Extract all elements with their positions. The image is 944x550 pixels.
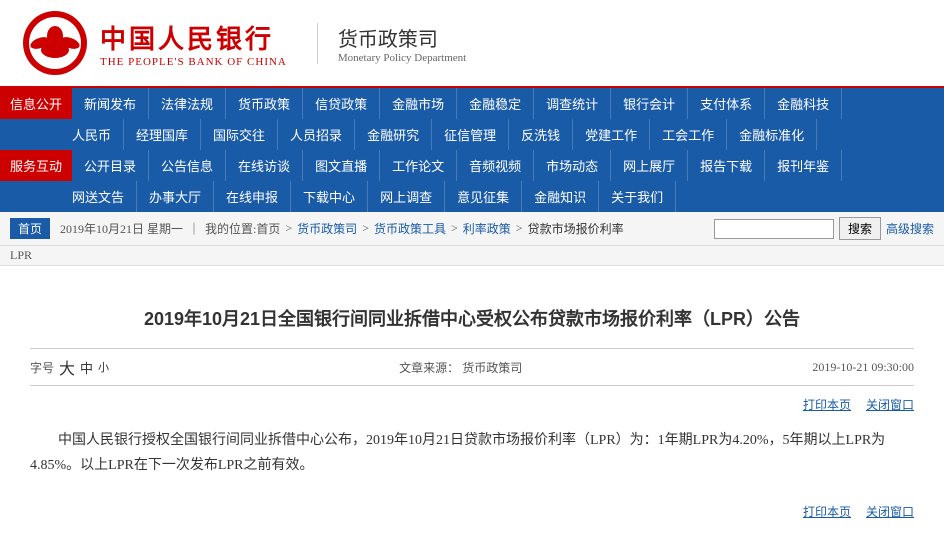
article-source: 文章来源： 货币政策司 — [399, 359, 522, 376]
nav-item-credit[interactable]: 信贷政策 — [303, 88, 380, 119]
article-body: 中国人民银行授权全国银行间同业拆借中心公布，2019年10月21日贷款市场报价利… — [30, 428, 914, 478]
nav-item-fintech[interactable]: 金融科技 — [765, 88, 842, 119]
main-content: 2019年10月21日全国银行间同业拆借中心受权公布贷款市场报价利率（LPR）公… — [0, 266, 944, 550]
source-value: 货币政策司 — [462, 361, 522, 375]
bank-name-cn: 中国人民银行 — [100, 19, 274, 56]
nav-item-about[interactable]: 关于我们 — [599, 181, 676, 212]
nav-item-union[interactable]: 工会工作 — [650, 119, 727, 150]
nav-items-row4: 网送文告 办事大厅 在线申报 下载中心 网上调查 意见征集 金融知识 关于我们 — [60, 181, 944, 212]
nav-items-row2: 人民币 经理国库 国际交往 人员招录 金融研究 征信管理 反洗钱 党建工作 工会… — [60, 119, 944, 150]
nav-item-aml[interactable]: 反洗钱 — [509, 119, 573, 150]
nav-item-party[interactable]: 党建工作 — [573, 119, 650, 150]
nav-item-catalog[interactable]: 公开目录 — [72, 150, 149, 181]
nav-item-download[interactable]: 下载中心 — [291, 181, 368, 212]
article-actions-top: 打印本页 关闭窗口 — [30, 396, 914, 413]
print-link-bottom[interactable]: 打印本页 — [803, 503, 851, 520]
nav-items-row3: 公开目录 公告信息 在线访谈 图文直播 工作论文 音频视频 市场动态 网上展厅 … — [72, 150, 944, 181]
nav-row-1: 信息公开 新闻发布 法律法规 货币政策 信贷政策 金融市场 金融稳定 调查统计 … — [0, 88, 944, 119]
nav-label-empty1 — [0, 119, 60, 150]
lpr-label: LPR — [10, 248, 32, 262]
breadcrumb-right: 搜索 高级搜索 — [714, 217, 934, 240]
nav-item-survey[interactable]: 调查统计 — [534, 88, 611, 119]
breadcrumb-arrow4: > — [516, 221, 523, 236]
nav-item-monetary[interactable]: 货币政策 — [226, 88, 303, 119]
search-button[interactable]: 搜索 — [839, 217, 881, 240]
font-mid-button[interactable]: 中 — [80, 358, 93, 377]
font-size-label: 字号 — [30, 359, 54, 376]
nav-row-4: 网送文告 办事大厅 在线申报 下载中心 网上调查 意见征集 金融知识 关于我们 — [0, 181, 944, 212]
nav-item-credit-mgmt[interactable]: 征信管理 — [432, 119, 509, 150]
sub-breadcrumb: LPR — [0, 246, 944, 266]
font-big-button[interactable]: 大 — [59, 355, 75, 379]
article-meta: 字号 大 中 小 文章来源： 货币政策司 2019-10-21 09:30:00 — [30, 348, 914, 386]
nav-item-payment[interactable]: 支付体系 — [688, 88, 765, 119]
nav-item-financial-market[interactable]: 金融市场 — [380, 88, 457, 119]
nav-row-2: 人民币 经理国库 国际交往 人员招录 金融研究 征信管理 反洗钱 党建工作 工会… — [0, 119, 944, 150]
close-link-top[interactable]: 关闭窗口 — [866, 396, 914, 413]
nav-item-exhibition[interactable]: 网上展厅 — [611, 150, 688, 181]
navigation: 信息公开 新闻发布 法律法规 货币政策 信贷政策 金融市场 金融稳定 调查统计 … — [0, 88, 944, 212]
nav-item-news[interactable]: 新闻发布 — [72, 88, 149, 119]
nav-item-online-submit[interactable]: 在线申报 — [214, 181, 291, 212]
nav-item-fin-standard[interactable]: 金融标准化 — [727, 119, 817, 150]
breadcrumb-date: 2019年10月21日 星期一 — [60, 220, 183, 237]
source-label: 文章来源： — [399, 361, 459, 375]
nav-label-info: 信息公开 — [0, 88, 72, 119]
print-link-top[interactable]: 打印本页 — [803, 396, 851, 413]
nav-item-announcement[interactable]: 公告信息 — [149, 150, 226, 181]
breadcrumb-arrow2: > — [362, 221, 369, 236]
nav-item-office-hall[interactable]: 办事大厅 — [137, 181, 214, 212]
page-header: 中国人民银行 THE PEOPLE'S BANK OF CHINA 货币政策司 … — [0, 0, 944, 88]
nav-item-recruit[interactable]: 人员招录 — [278, 119, 355, 150]
nav-item-papers[interactable]: 工作论文 — [380, 150, 457, 181]
breadcrumb-bar: 首页 2019年10月21日 星期一 ｜ 我的位置:首页 > 货币政策司 > 货… — [0, 212, 944, 246]
nav-item-finresearch[interactable]: 金融研究 — [355, 119, 432, 150]
nav-item-pictorial[interactable]: 图文直播 — [303, 150, 380, 181]
nav-item-banking-accounting[interactable]: 银行会计 — [611, 88, 688, 119]
nav-item-online-notice[interactable]: 网送文告 — [60, 181, 137, 212]
nav-row-3: 服务互动 公开目录 公告信息 在线访谈 图文直播 工作论文 音频视频 市场动态 … — [0, 150, 944, 181]
nav-item-interview[interactable]: 在线访谈 — [226, 150, 303, 181]
breadcrumb-arrow3: > — [451, 221, 458, 236]
breadcrumb-lpr: 贷款市场报价利率 — [528, 220, 624, 237]
nav-item-audio[interactable]: 音频视频 — [457, 150, 534, 181]
nav-item-periodical[interactable]: 报刊年鉴 — [765, 150, 842, 181]
breadcrumb-monetary-dept[interactable]: 货币政策司 — [297, 220, 357, 237]
nav-item-rmb[interactable]: 人民币 — [60, 119, 124, 150]
bank-name-en: THE PEOPLE'S BANK OF CHINA — [100, 56, 287, 68]
logo-area: 中国人民银行 THE PEOPLE'S BANK OF CHINA — [20, 8, 287, 78]
breadcrumb-separator1: ｜ — [188, 220, 200, 237]
close-link-bottom[interactable]: 关闭窗口 — [866, 503, 914, 520]
nav-item-market[interactable]: 市场动态 — [534, 150, 611, 181]
article-actions-bottom: 打印本页 关闭窗口 — [30, 493, 914, 520]
nav-item-reports[interactable]: 报告下载 — [688, 150, 765, 181]
department-info: 货币政策司 Monetary Policy Department — [317, 23, 466, 64]
dept-name-cn: 货币政策司 — [338, 23, 466, 52]
breadcrumb-rate-policy[interactable]: 利率政策 — [463, 220, 511, 237]
advanced-search-link[interactable]: 高级搜索 — [886, 220, 934, 237]
breadcrumb-arrow1: > — [285, 221, 292, 236]
home-button[interactable]: 首页 — [10, 218, 50, 239]
font-size-control: 字号 大 中 小 — [30, 355, 109, 379]
nav-label-service: 服务互动 — [0, 150, 72, 181]
article-date: 2019-10-21 09:30:00 — [812, 360, 914, 375]
dept-name-en: Monetary Policy Department — [338, 52, 466, 64]
search-input[interactable] — [714, 219, 834, 239]
nav-label-empty2 — [0, 181, 60, 212]
logo-text: 中国人民银行 THE PEOPLE'S BANK OF CHINA — [100, 19, 287, 68]
breadcrumb-monetary-tools[interactable]: 货币政策工具 — [374, 220, 446, 237]
article-title: 2019年10月21日全国银行间同业拆借中心受权公布贷款市场报价利率（LPR）公… — [30, 306, 914, 333]
nav-items-row1: 新闻发布 法律法规 货币政策 信贷政策 金融市场 金融稳定 调查统计 银行会计 … — [72, 88, 944, 119]
bank-emblem — [20, 8, 90, 78]
nav-item-survey2[interactable]: 网上调查 — [368, 181, 445, 212]
font-small-button[interactable]: 小 — [98, 359, 109, 375]
nav-item-treasury[interactable]: 经理国库 — [124, 119, 201, 150]
breadcrumb-left: 首页 2019年10月21日 星期一 ｜ 我的位置:首页 > 货币政策司 > 货… — [10, 218, 624, 239]
breadcrumb-location: 我的位置:首页 — [205, 220, 280, 237]
nav-item-intl[interactable]: 国际交往 — [201, 119, 278, 150]
nav-item-law[interactable]: 法律法规 — [149, 88, 226, 119]
nav-item-opinion[interactable]: 意见征集 — [445, 181, 522, 212]
nav-item-fin-knowledge[interactable]: 金融知识 — [522, 181, 599, 212]
nav-item-financial-stability[interactable]: 金融稳定 — [457, 88, 534, 119]
